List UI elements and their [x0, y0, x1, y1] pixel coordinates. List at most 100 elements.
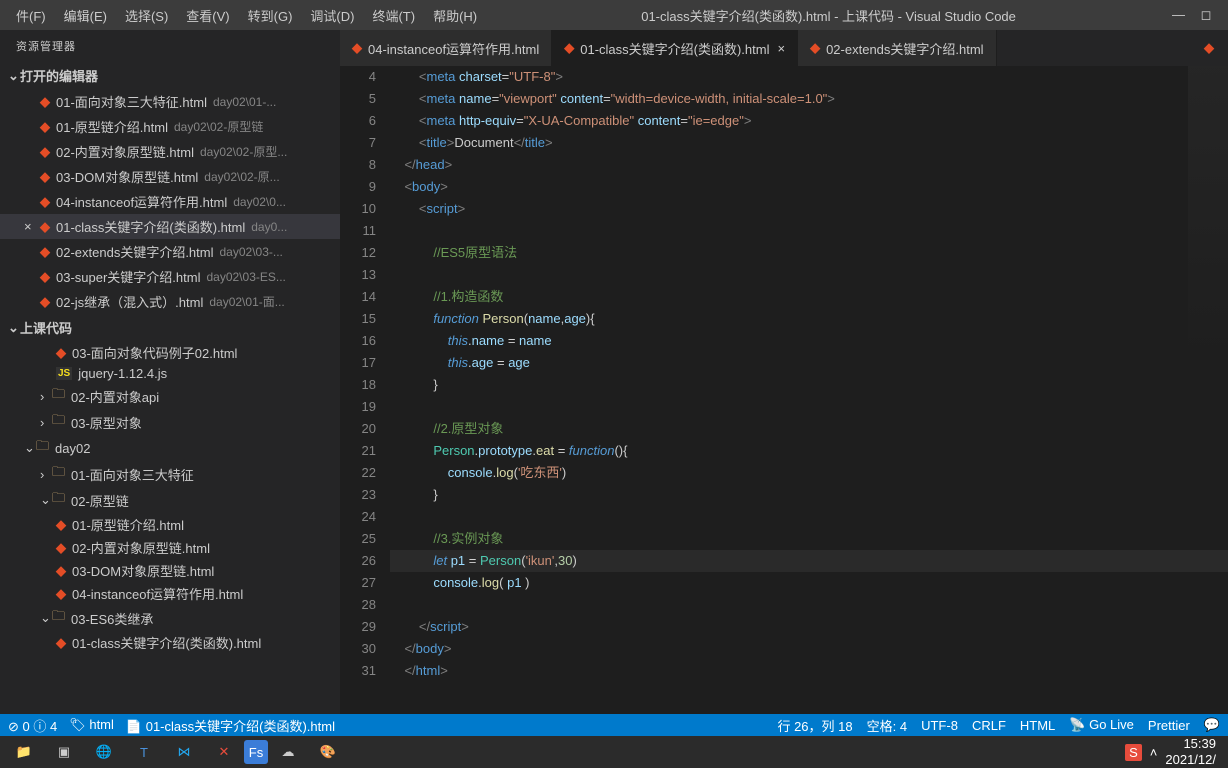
task-text-icon[interactable]: T	[124, 738, 164, 766]
task-paint-icon[interactable]: 🎨	[308, 738, 348, 766]
status-position[interactable]: 行 26，列 18	[777, 716, 852, 735]
code-line[interactable]: //ES5原型语法	[390, 242, 1228, 264]
chevron-icon: ›	[40, 467, 52, 482]
task-explorer-icon[interactable]: 📁	[4, 738, 44, 766]
task-weather-icon[interactable]: ☁	[268, 738, 308, 766]
folder-item[interactable]: ⌄🗀02-原型链	[0, 487, 340, 513]
code-editor[interactable]: 4567891011121314151617181920212223242526…	[340, 66, 1228, 714]
status-prettier[interactable]: Prettier	[1148, 718, 1190, 733]
task-vscode-icon[interactable]: ⋈	[164, 738, 204, 766]
menu-debug[interactable]: 调试(D)	[302, 2, 362, 29]
code-line[interactable]: //3.实例对象	[390, 528, 1228, 550]
code-line[interactable]: <body>	[390, 176, 1228, 198]
code-line[interactable]: <title>Document</title>	[390, 132, 1228, 154]
file-item[interactable]: ◆01-原型链介绍.html	[0, 513, 340, 536]
code-line[interactable]: //1.构造函数	[390, 286, 1228, 308]
open-editor-item[interactable]: ×◆03-DOM对象原型链.htmlday02\02-原...	[0, 164, 340, 189]
maximize-button[interactable]: ◻	[1200, 7, 1212, 23]
status-eol[interactable]: CRLF	[972, 718, 1006, 733]
file-item[interactable]: ◆04-instanceof运算符作用.html	[0, 582, 340, 605]
task-app1-icon[interactable]: ✕	[204, 738, 244, 766]
code-line[interactable]: }	[390, 374, 1228, 396]
menu-file[interactable]: 件(F)	[8, 2, 54, 29]
code-line[interactable]: //2.原型对象	[390, 418, 1228, 440]
status-spaces[interactable]: 空格: 4	[867, 716, 907, 735]
code-content[interactable]: <meta charset="UTF-8"> <meta name="viewp…	[390, 66, 1228, 714]
status-golive[interactable]: 📡 Go Live	[1069, 717, 1134, 733]
code-line[interactable]: let p1 = Person('ikun',30)	[390, 550, 1228, 572]
code-line[interactable]: console.log('吃东西')	[390, 462, 1228, 484]
menu-goto[interactable]: 转到(G)	[240, 2, 301, 29]
file-item[interactable]: ◆03-面向对象代码例子02.html	[0, 341, 340, 364]
code-line[interactable]: function Person(name,age){	[390, 308, 1228, 330]
tray-up-icon[interactable]: ˄	[1150, 745, 1158, 760]
minimize-button[interactable]: —	[1172, 7, 1184, 23]
code-line[interactable]	[390, 396, 1228, 418]
open-editor-item[interactable]: ×◆01-面向对象三大特征.htmlday02\01-...	[0, 89, 340, 114]
menu-edit[interactable]: 编辑(E)	[56, 2, 115, 29]
html-icon: ◆	[56, 345, 66, 361]
task-terminal-icon[interactable]: ▣	[44, 738, 84, 766]
open-editors-header[interactable]: ⌄打开的编辑器	[0, 62, 340, 89]
menu-terminal[interactable]: 终端(T)	[364, 2, 423, 29]
status-breadcrumb[interactable]: 📄 01-class关键字介绍(类函数).html	[126, 716, 335, 735]
code-line[interactable]: }	[390, 484, 1228, 506]
code-line[interactable]: <meta http-equiv="X-UA-Compatible" conte…	[390, 110, 1228, 132]
code-line[interactable]	[390, 506, 1228, 528]
code-line[interactable]: this.name = name	[390, 330, 1228, 352]
open-editor-item[interactable]: ×◆02-内置对象原型链.htmlday02\02-原型...	[0, 139, 340, 164]
folder-icon: 🗀	[52, 489, 65, 511]
status-lang[interactable]: HTML	[1020, 718, 1055, 733]
file-item[interactable]: JSjquery-1.12.4.js	[0, 364, 340, 383]
open-editor-item[interactable]: ×◆03-super关键字介绍.htmlday02\03-ES...	[0, 264, 340, 289]
editor-tab[interactable]: ◆01-class关键字介绍(类函数).html×	[552, 30, 798, 66]
open-editor-item[interactable]: ×◆01-原型链介绍.htmlday02\02-原型链	[0, 114, 340, 139]
code-line[interactable]: </script>	[390, 616, 1228, 638]
file-item[interactable]: ◆02-内置对象原型链.html	[0, 536, 340, 559]
code-line[interactable]	[390, 220, 1228, 242]
file-item[interactable]: ◆03-DOM对象原型链.html	[0, 559, 340, 582]
code-line[interactable]: this.age = age	[390, 352, 1228, 374]
folder-item[interactable]: ⌄🗀03-ES6类继承	[0, 605, 340, 631]
close-icon[interactable]: ×	[777, 41, 785, 56]
editor-tab[interactable]: ◆02-extends关键字介绍.html	[798, 30, 997, 66]
folder-item[interactable]: ⌄🗀day02	[0, 435, 340, 461]
minimap[interactable]	[1188, 66, 1228, 366]
menu-select[interactable]: 选择(S)	[117, 2, 176, 29]
status-feedback-icon[interactable]: 💬	[1204, 717, 1220, 733]
task-chrome-icon[interactable]: 🌐	[84, 738, 124, 766]
code-line[interactable]: Person.prototype.eat = function(){	[390, 440, 1228, 462]
taskbar-clock[interactable]: 15:39 2021/12/	[1165, 736, 1216, 767]
folder-item[interactable]: ›🗀03-原型对象	[0, 409, 340, 435]
status-lang-left[interactable]: 🏷 html	[69, 717, 114, 733]
code-line[interactable]: </html>	[390, 660, 1228, 682]
open-editor-item[interactable]: ×◆02-js继承（混入式）.htmlday02\01-面...	[0, 289, 340, 314]
open-editor-item[interactable]: ×◆01-class关键字介绍(类函数).htmlday0...	[0, 214, 340, 239]
editor-tab[interactable]: ◆04-instanceof运算符作用.html	[340, 30, 552, 66]
code-line[interactable]: </head>	[390, 154, 1228, 176]
html-icon: ◆	[40, 194, 50, 210]
status-encoding[interactable]: UTF-8	[921, 718, 958, 733]
code-line[interactable]	[390, 594, 1228, 616]
tray-sogou-icon[interactable]: S	[1125, 744, 1142, 761]
code-line[interactable]: <meta name="viewport" content="width=dev…	[390, 88, 1228, 110]
menu-view[interactable]: 查看(V)	[178, 2, 237, 29]
folder-item[interactable]: ›🗀02-内置对象api	[0, 383, 340, 409]
open-editor-item[interactable]: ×◆04-instanceof运算符作用.htmlday02\0...	[0, 189, 340, 214]
status-errors[interactable]: ⊘ 0 ⓘ 4	[8, 716, 57, 735]
code-line[interactable]: <meta charset="UTF-8">	[390, 66, 1228, 88]
code-line[interactable]	[390, 264, 1228, 286]
file-item[interactable]: ◆01-class关键字介绍(类函数).html	[0, 631, 340, 654]
workspace-header[interactable]: ⌄上课代码	[0, 314, 340, 341]
code-line[interactable]: </body>	[390, 638, 1228, 660]
code-line[interactable]: console.log( p1 )	[390, 572, 1228, 594]
menu-help[interactable]: 帮助(H)	[425, 2, 485, 29]
folder-item[interactable]: ›🗀01-面向对象三大特征	[0, 461, 340, 487]
html-icon: ◆	[40, 144, 50, 160]
close-icon[interactable]: ×	[24, 219, 40, 234]
open-editor-item[interactable]: ×◆02-extends关键字介绍.htmlday02\03-...	[0, 239, 340, 264]
task-fs-icon[interactable]: Fs	[244, 740, 268, 764]
code-line[interactable]: <script>	[390, 198, 1228, 220]
html-icon: ◆	[40, 269, 50, 285]
overflow-tab-icon[interactable]: ◆	[1204, 40, 1214, 56]
